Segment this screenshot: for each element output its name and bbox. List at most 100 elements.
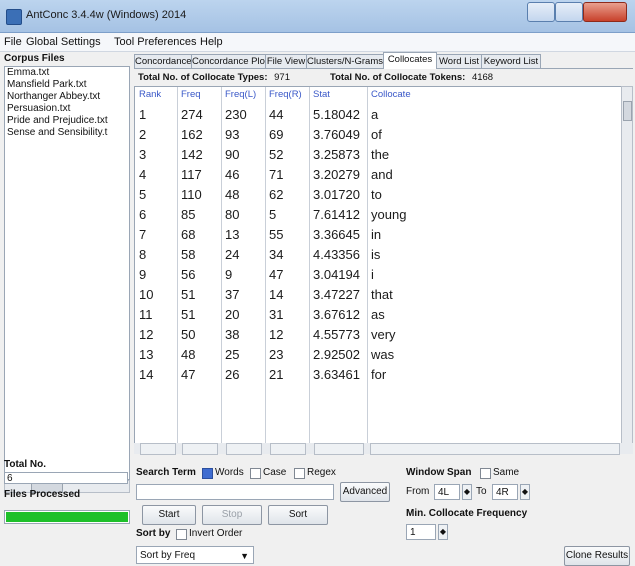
table-row[interactable]: 12 50 38 12 4.55773 very [135, 323, 624, 343]
table-row[interactable]: 11 51 20 31 3.67612 as [135, 303, 624, 323]
column-header-collocate[interactable]: Collocate [371, 89, 411, 100]
table-row[interactable]: 9 56 9 47 3.04194 i [135, 263, 624, 283]
rank-column-scrollbar[interactable] [140, 443, 176, 455]
to-span-input[interactable]: 4R [492, 484, 518, 500]
tab-keyword-list[interactable]: Keyword List [481, 54, 541, 68]
sort-button[interactable]: Sort [268, 505, 328, 525]
scroll-thumb[interactable] [623, 101, 632, 121]
stat-column-scrollbar[interactable] [314, 443, 364, 455]
table-row[interactable]: 10 51 37 14 3.47227 that [135, 283, 624, 303]
corpus-file-item[interactable]: Mansfield Park.txt [5, 79, 129, 91]
corpus-file-item[interactable]: Northanger Abbey.txt [5, 91, 129, 103]
menu-file[interactable]: File [4, 36, 22, 48]
table-row[interactable]: 5 110 48 62 3.01720 to [135, 183, 624, 203]
cell-freq: 142 [181, 147, 203, 162]
tab-clusters-ngrams[interactable]: Clusters/N-Grams [306, 54, 384, 68]
menu-global-settings[interactable]: Global Settings [26, 36, 101, 48]
table-row[interactable]: 1 274 230 44 5.18042 a [135, 103, 624, 123]
sort-by-label: Sort by [136, 528, 171, 539]
freq-l-column-scrollbar[interactable] [226, 443, 262, 455]
corpus-file-item[interactable]: Emma.txt [5, 67, 129, 79]
min-collocate-frequency-input[interactable]: 1 [406, 524, 436, 540]
collocate-types-value: 971 [274, 72, 290, 83]
column-header-stat[interactable]: Stat [313, 89, 330, 100]
cell-rank: 6 [139, 207, 147, 222]
cell-freq-r: 5 [269, 207, 277, 222]
start-button[interactable]: Start [142, 505, 196, 525]
tab-collocates[interactable]: Collocates [383, 52, 437, 69]
table-row[interactable]: 6 85 80 5 7.61412 young [135, 203, 624, 223]
advanced-button[interactable]: Advanced [340, 482, 390, 502]
stop-button[interactable]: Stop [202, 505, 262, 525]
cell-freq: 56 [181, 267, 196, 282]
cell-stat: 4.55773 [313, 327, 360, 342]
search-term-input[interactable] [136, 484, 334, 500]
window-span-label: Window Span [406, 467, 472, 478]
table-vertical-scrollbar[interactable] [621, 86, 633, 444]
cell-collocate: young [371, 207, 407, 222]
sort-by-selected-value: Sort by Freq [140, 550, 196, 561]
column-header-rank[interactable]: Rank [139, 89, 161, 100]
cell-collocate: i [371, 267, 374, 282]
cell-rank: 10 [139, 287, 154, 302]
words-checkbox[interactable] [202, 468, 213, 479]
case-checkbox[interactable] [250, 468, 261, 479]
maximize-button[interactable] [555, 2, 583, 22]
minimize-button[interactable] [527, 2, 555, 22]
freq-r-column-scrollbar[interactable] [270, 443, 306, 455]
cell-rank: 11 [139, 307, 153, 322]
to-span-spinner[interactable]: ◆ [520, 484, 530, 500]
invert-order-checkbox[interactable] [176, 529, 187, 540]
tab-concordance[interactable]: Concordance [134, 54, 192, 68]
clone-results-button[interactable]: Clone Results [564, 546, 630, 566]
cell-freq: 58 [181, 247, 196, 262]
from-span-input[interactable]: 4L [434, 484, 460, 500]
table-row[interactable]: 3 142 90 52 3.25873 the [135, 143, 624, 163]
same-checkbox[interactable] [480, 468, 491, 479]
close-button[interactable] [583, 2, 627, 22]
cell-freq-r: 31 [269, 307, 284, 322]
cell-collocate: is [371, 247, 381, 262]
sort-by-select[interactable]: Sort by Freq ▼ [136, 546, 254, 564]
cell-freq-r: 14 [269, 287, 284, 302]
collocate-column-scrollbar[interactable] [370, 443, 620, 455]
cell-freq-l: 20 [225, 307, 240, 322]
corpus-file-item[interactable]: Sense and Sensibility.t [5, 127, 129, 139]
min-frequency-spinner[interactable]: ◆ [438, 524, 448, 540]
column-header-freq-r[interactable]: Freq(R) [269, 89, 302, 100]
invert-order-label: Invert Order [189, 528, 243, 539]
progress-fill [6, 512, 128, 522]
freq-column-scrollbar[interactable] [182, 443, 218, 455]
table-row[interactable]: 8 58 24 34 4.43356 is [135, 243, 624, 263]
table-row[interactable]: 14 47 26 21 3.63461 for [135, 363, 624, 383]
table-row[interactable]: 4 117 46 71 3.20279 and [135, 163, 624, 183]
menu-help[interactable]: Help [200, 36, 223, 48]
tab-file-view[interactable]: File View [265, 54, 307, 68]
table-row[interactable]: 2 162 93 69 3.76049 of [135, 123, 624, 143]
cell-rank: 1 [139, 107, 147, 122]
cell-freq-r: 69 [269, 127, 284, 142]
column-header-freq-l[interactable]: Freq(L) [225, 89, 256, 100]
regex-checkbox[interactable] [294, 468, 305, 479]
corpus-file-item[interactable]: Pride and Prejudice.txt [5, 115, 129, 127]
case-label: Case [263, 467, 287, 478]
table-row[interactable]: 7 68 13 55 3.36645 in [135, 223, 624, 243]
collocate-results-table[interactable]: Rank Freq Freq(L) Freq(R) Stat Collocate… [134, 86, 625, 444]
menu-tool-preferences[interactable]: Tool Preferences [114, 36, 197, 48]
min-collocate-frequency-label: Min. Collocate Frequency [406, 508, 528, 519]
cell-collocate: for [371, 367, 387, 382]
files-processed-progress-bar [4, 510, 130, 524]
corpus-file-item[interactable]: Persuasion.txt [5, 103, 129, 115]
cell-freq: 51 [181, 307, 196, 322]
cell-stat: 2.92502 [313, 347, 360, 362]
tab-word-list[interactable]: Word List [436, 54, 482, 68]
column-header-freq[interactable]: Freq [181, 89, 201, 100]
tab-concordance-plot[interactable]: Concordance Plot [191, 54, 266, 68]
tool-tabs: Concordance Concordance Plot File View C… [134, 52, 633, 69]
table-row[interactable]: 13 48 25 23 2.92502 was [135, 343, 624, 363]
cell-freq-r: 34 [269, 247, 284, 262]
cell-rank: 8 [139, 247, 147, 262]
corpus-file-list[interactable]: Emma.txt Mansfield Park.txt Northanger A… [4, 66, 130, 480]
cell-stat: 3.76049 [313, 127, 360, 142]
from-span-spinner[interactable]: ◆ [462, 484, 472, 500]
